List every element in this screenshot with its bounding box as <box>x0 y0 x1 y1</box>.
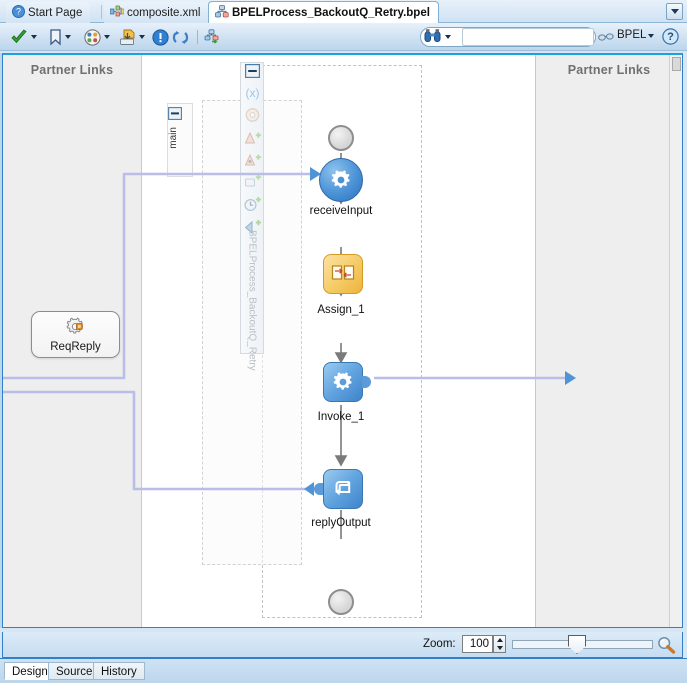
activity-replyOutput[interactable] <box>314 467 365 511</box>
partner-links-title-right: Partner Links <box>567 63 651 77</box>
activity-label-Assign_1: Assign_1 <box>317 304 365 316</box>
partner-link-label: ReqReply <box>50 340 101 353</box>
editor-tab-strip: ? Start Page composite.xml BPELProcess_B… <box>0 0 687 23</box>
assign-copy-icon <box>331 265 355 280</box>
chevron-down-icon[interactable] <box>496 646 503 650</box>
validate-button[interactable] <box>10 27 37 47</box>
green-check-icon <box>11 28 27 43</box>
reply-input-port[interactable] <box>314 483 323 495</box>
partner-link-gear-icon <box>65 317 86 340</box>
gear-icon <box>333 372 352 390</box>
svg-text:?: ? <box>667 31 674 43</box>
chevron-down-icon[interactable] <box>648 34 654 38</box>
partner-links-panel-right: Partner Links <box>535 55 682 627</box>
refresh-button[interactable] <box>172 27 190 47</box>
partner-link-ReqReply[interactable]: ReqReply <box>31 311 120 358</box>
chevron-down-icon[interactable] <box>445 35 451 39</box>
tab-bpel-process[interactable]: BPELProcess_BackoutQ_Retry.bpel <box>208 1 439 23</box>
editor-toolbar: BPEL ? <box>0 23 687 51</box>
refresh-arrows-icon <box>172 30 189 44</box>
assign-activity-shape <box>323 254 363 294</box>
gear-icon <box>331 170 350 188</box>
search-input[interactable] <box>462 28 594 46</box>
zoom-stepper[interactable] <box>493 635 506 653</box>
bookmark-icon <box>50 28 61 45</box>
chevron-down-icon[interactable] <box>104 35 110 39</box>
tab-label: BPELProcess_BackoutQ_Retry.bpel <box>232 6 430 19</box>
editor-view-tabs: Design Source History <box>0 658 687 683</box>
tab-list-dropdown[interactable] <box>666 3 683 20</box>
receive-activity-shape <box>319 158 363 202</box>
deploy-icon <box>120 29 135 45</box>
activity-Assign_1[interactable] <box>321 252 365 296</box>
preferences-button[interactable] <box>84 27 110 47</box>
chevron-down-icon[interactable] <box>65 35 71 39</box>
process-flow-canvas: main (x) BPELProcess_BackoutQ_Retry rece… <box>3 55 576 627</box>
activity-label-Invoke_1: Invoke_1 <box>317 411 365 423</box>
scrollbar-thumb[interactable] <box>672 57 681 71</box>
invoke-activity-shape <box>323 362 363 402</box>
editor-mode-label[interactable]: BPEL <box>617 29 646 41</box>
canvas-vertical-scrollbar[interactable] <box>669 55 682 627</box>
tab-separator <box>101 5 102 19</box>
activity-Invoke_1[interactable] <box>321 360 371 404</box>
diagram-node-icon <box>204 28 219 44</box>
glasses-icon <box>598 30 614 45</box>
chevron-down-icon[interactable] <box>139 35 145 39</box>
jdeveloper-bpel-editor-window: ? Start Page composite.xml BPELProcess_B… <box>0 0 687 683</box>
zoom-slider-thumb[interactable] <box>568 635 586 654</box>
flow-end-node[interactable] <box>328 589 354 615</box>
tab-label: Start Page <box>28 6 83 19</box>
chevron-down-icon <box>670 9 679 14</box>
palette-icon <box>84 28 101 46</box>
binoculars-icon <box>424 28 441 46</box>
tab-start-page[interactable]: ? Start Page <box>6 2 91 23</box>
tab-label: composite.xml <box>127 6 201 19</box>
zoom-label: Zoom: <box>423 638 456 650</box>
svg-text:?: ? <box>16 6 21 16</box>
zoom-bar: Zoom: 100 <box>2 632 683 658</box>
help-question-icon: ? <box>12 4 25 21</box>
activity-receiveInput[interactable] <box>319 158 363 202</box>
bpel-design-canvas: Partner Links Partner Links ReqReply mai… <box>2 53 683 628</box>
generate-diagram-button[interactable] <box>203 27 221 47</box>
chevron-up-icon[interactable] <box>496 638 503 642</box>
partner-links-title-left: Partner Links <box>30 63 114 77</box>
help-button[interactable]: ? <box>662 28 679 48</box>
toolbar-separator <box>197 30 198 44</box>
bookmark-button[interactable] <box>49 27 71 47</box>
reply-arrow-icon <box>335 481 351 496</box>
magnifier-icon[interactable] <box>657 636 676 657</box>
flow-start-node[interactable] <box>328 125 354 151</box>
chevron-down-icon[interactable] <box>31 35 37 39</box>
zoom-value-field[interactable]: 100 <box>462 635 493 653</box>
tab-history[interactable]: History <box>93 662 145 680</box>
info-button[interactable] <box>152 27 169 47</box>
bpel-process-icon <box>215 4 229 21</box>
activity-label-receiveInput: receiveInput <box>309 205 373 217</box>
activity-label-replyOutput: replyOutput <box>311 517 371 529</box>
help-question-icon: ? <box>662 28 679 45</box>
tab-composite-xml[interactable]: composite.xml <box>104 2 209 23</box>
info-circle-icon <box>152 28 169 46</box>
deploy-button[interactable] <box>119 27 145 47</box>
composite-diagram-icon <box>109 5 125 21</box>
reply-activity-shape <box>323 469 363 509</box>
